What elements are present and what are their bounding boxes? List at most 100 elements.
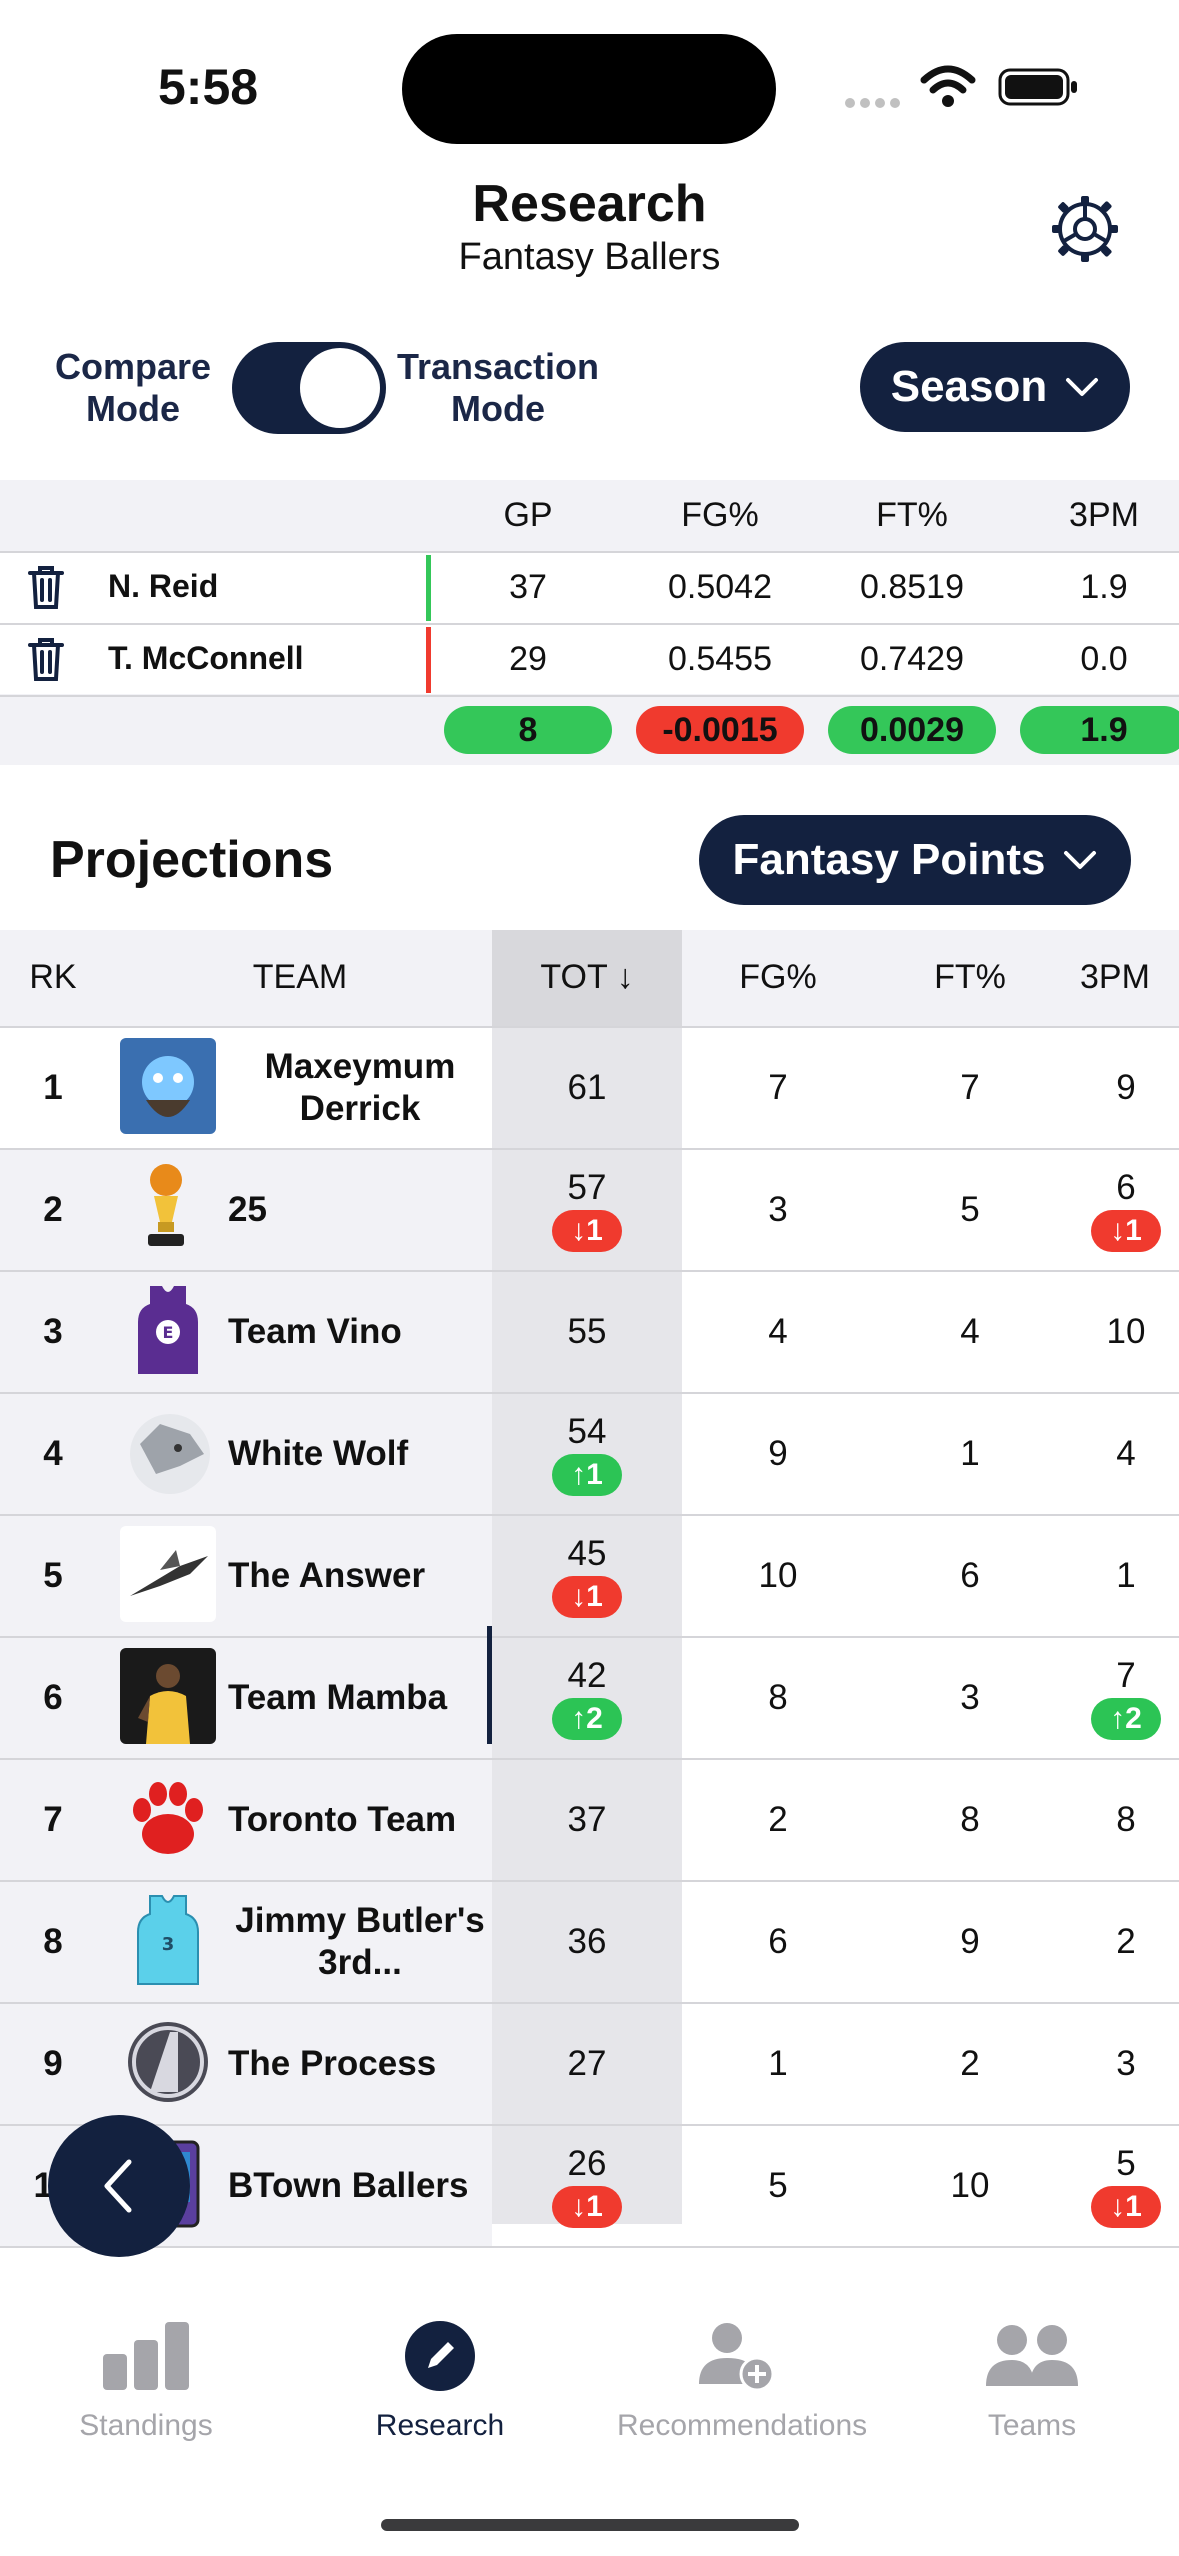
status-time: 5:58 [158,59,259,115]
rank-change-badge: ↓1 [552,1210,622,1252]
ft-cell: 10 [950,2166,990,2205]
ft-cell: 1 [960,1434,980,1473]
tot-cell: 61 [492,1028,682,1148]
team-logo: E [120,1282,216,1378]
team-logo [120,1648,216,1744]
tpm-value: 6 [1116,1168,1136,1207]
column-header-tot[interactable]: TOT ↓ [492,958,682,997]
compare-value: 1.9 [1080,568,1128,606]
team-name[interactable]: Maxeymum Derrick [228,1028,492,1148]
table-row[interactable]: 7 Toronto Team 37 2 8 8 [0,1760,1179,1882]
team-logo: 3 [120,1892,216,1988]
tot-cell: 37 [492,1760,682,1880]
fg-cell: 7 [768,1068,788,1107]
metric-dropdown-button[interactable]: Fantasy Points [699,815,1131,905]
tab-standings[interactable]: Standings [26,2320,266,2443]
team-logo [120,1770,216,1866]
compare-player-name[interactable]: T. McConnell [108,640,304,677]
tot-cell: 57 ↓1 [492,1150,682,1270]
table-row[interactable]: 5 The Answer 45 ↓1 10 6 1 [0,1516,1179,1638]
tpm-cell: 2 [1066,1882,1179,2002]
bar-chart-icon [103,2322,189,2390]
team-logo [120,1038,216,1134]
tpm-cell: 1 [1066,1516,1179,1636]
table-row[interactable]: 2 25 57 ↓1 3 5 6 ↓1 [0,1150,1179,1272]
table-row[interactable]: 1 Maxeymum Derrick 61 7 7 9 [0,1028,1179,1150]
transaction-mode-label: Transaction Mode [396,346,600,429]
column-header-3pm[interactable]: 3PM [1080,958,1179,997]
compare-player-name[interactable]: N. Reid [108,568,218,605]
compare-value: 0.5042 [668,568,772,606]
divider [0,695,1179,697]
tpm-value: 8 [1116,1800,1136,1839]
trash-icon[interactable] [28,564,64,610]
table-row[interactable]: 9 The Process 27 1 2 3 [0,2004,1179,2126]
team-name[interactable]: Team Vino [228,1272,492,1392]
table-row[interactable]: 8 3 Jimmy Butler's 3rd... 36 6 9 2 [0,1882,1179,2004]
tpm-value: 9 [1116,1068,1136,1107]
rank-change-badge: ↓1 [552,1576,622,1618]
compare-value: 0.8519 [860,568,964,606]
compare-header-fg: FG% [681,496,759,534]
compare-mode-label: Compare Mode [54,346,212,429]
rank-cell: 8 [43,1922,63,1961]
tpm-cell: 7 ↑2 [1066,1638,1179,1758]
rank-change-badge: ↑2 [552,1698,622,1740]
player-color-bar [426,555,431,621]
settings-gear-icon[interactable] [1048,192,1122,266]
tpm-cell: 3 [1066,2004,1179,2124]
mode-toggle[interactable] [232,342,386,434]
page-title: Research [472,175,707,233]
tab-label: Research [375,2409,505,2442]
column-header-fg[interactable]: FG% [682,958,874,997]
tot-cell: 45 ↓1 [492,1516,682,1636]
column-header-rk[interactable]: RK [20,958,86,997]
tot-cell: 36 [492,1882,682,2002]
toggle-knob [300,348,380,428]
table-row[interactable]: 6 Team Mamba 42 ↑2 8 3 7 ↑2 [0,1638,1179,1760]
tot-value: 57 [567,1168,607,1207]
tab-teams[interactable]: Teams [912,2320,1152,2443]
tab-research[interactable]: Research [320,2320,560,2443]
rank-change-badge: ↑1 [552,1454,622,1496]
rank-cell: 4 [43,1434,63,1473]
team-name[interactable]: Team Mamba [228,1638,492,1758]
chevron-down-icon [1066,378,1099,396]
tpm-cell: 5 ↓1 [1066,2126,1179,2246]
compare-value: 0.5455 [668,640,772,678]
rank-change-badge: ↓1 [1091,2186,1161,2228]
diff-badge: 0.0029 [828,706,996,754]
tpm-cell: 6 ↓1 [1066,1150,1179,1270]
trash-icon[interactable] [28,636,64,682]
table-row[interactable]: 4 White Wolf 54 ↑1 9 1 4 [0,1394,1179,1516]
tpm-value: 10 [1106,1312,1146,1351]
compare-value: 37 [509,568,547,606]
column-header-ft[interactable]: FT% [874,958,1066,997]
people-icon [986,2325,1078,2386]
team-name[interactable]: White Wolf [228,1394,492,1514]
ft-cell: 9 [960,1922,980,1961]
season-dropdown-button[interactable]: Season [860,342,1130,432]
team-name[interactable]: BTown Ballers [228,2126,492,2246]
compare-value: 0.7429 [860,640,964,678]
column-header-team[interactable]: TEAM [200,958,400,997]
fg-cell: 10 [758,1556,798,1595]
team-name[interactable]: Jimmy Butler's 3rd... [228,1882,492,2002]
tot-cell: 27 [492,2004,682,2124]
rank-cell: 5 [43,1556,63,1595]
rank-change-badge: ↓1 [1091,1210,1161,1252]
pencil-icon [405,2321,475,2391]
back-button[interactable] [48,2115,190,2257]
table-row[interactable]: 3 E Team Vino 55 4 4 10 [0,1272,1179,1394]
team-name[interactable]: Toronto Team [228,1760,492,1880]
tot-cell: 26 ↓1 [492,2126,682,2246]
compare-header-gp: GP [503,496,553,534]
divider [0,2246,1179,2248]
team-name[interactable]: The Answer [228,1516,492,1636]
tpm-cell: 10 [1066,1272,1179,1392]
svg-text:E: E [163,1323,174,1342]
tab-recommendations[interactable]: Recommendations [617,2320,867,2443]
ft-cell: 5 [960,1190,980,1229]
team-name[interactable]: 25 [228,1150,492,1270]
team-name[interactable]: The Process [228,2004,492,2124]
